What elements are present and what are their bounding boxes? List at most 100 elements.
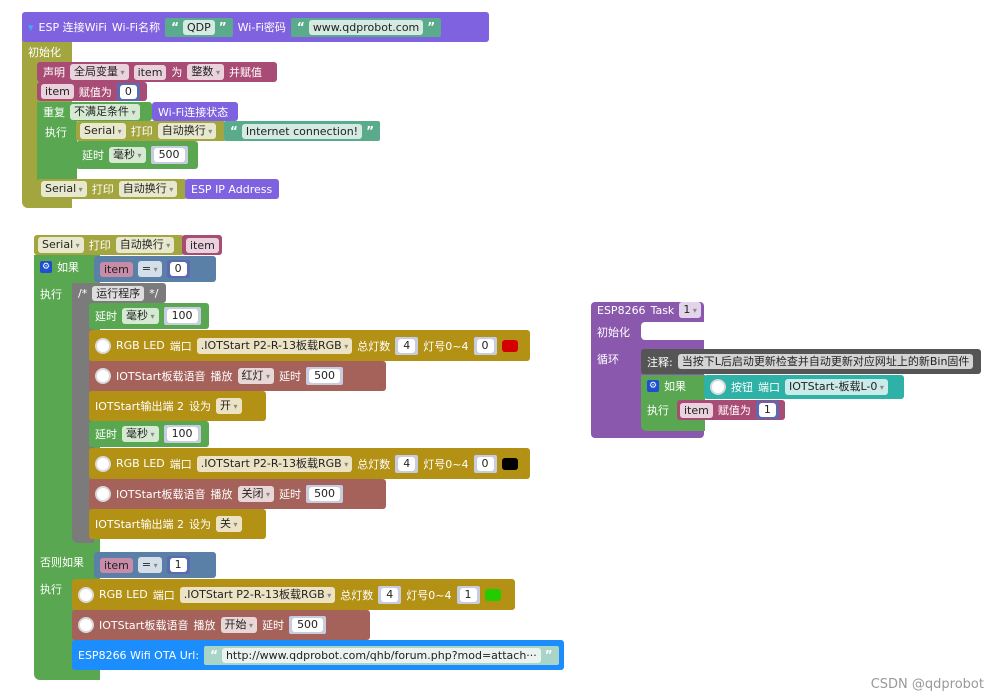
unit-dropdown[interactable]: 毫秒 <box>122 426 159 442</box>
sound-dropdown[interactable]: 开始 <box>220 617 258 633</box>
unit-dropdown[interactable]: 毫秒 <box>122 308 159 324</box>
print-block[interactable]: Serial 打印 自动换行 <box>34 235 184 255</box>
var-name[interactable]: item <box>100 557 133 573</box>
comment-open: /* <box>78 286 88 300</box>
wifi-status-block[interactable]: Wi-Fi连接状态 <box>152 102 238 121</box>
count-value[interactable]: 4 <box>395 454 419 473</box>
newline-dropdown[interactable]: 自动换行 <box>157 123 217 139</box>
delay-block[interactable]: 延时 毫秒 100 <box>89 421 209 447</box>
task-number-dropdown[interactable]: 1 <box>679 302 701 318</box>
declare-block[interactable]: 声明 全局变量 item 为 整数 并赋值 <box>37 62 277 82</box>
output-block[interactable]: IOTStart输出端 2 设为 开 <box>89 391 266 421</box>
var-name[interactable]: item <box>41 84 74 99</box>
index-value[interactable]: 0 <box>473 336 497 355</box>
serial-dropdown[interactable]: Serial <box>41 181 87 197</box>
sound-dropdown[interactable]: 红灯 <box>237 368 275 384</box>
task-if-block[interactable]: ⚙ 如果 <box>641 376 692 396</box>
state-dropdown[interactable]: 开 <box>216 398 242 414</box>
newline-dropdown[interactable]: 自动换行 <box>115 237 175 253</box>
voice-block[interactable]: IOTStart板载语音 播放 开始 延时 500 <box>72 610 370 640</box>
compare-block[interactable]: item = 0 <box>94 256 216 282</box>
number-value[interactable]: 0 <box>116 82 140 101</box>
port-dropdown[interactable]: .IOTStart P2-R-13板载RGB <box>196 337 353 354</box>
assign-block[interactable]: item 赋值为 1 <box>677 400 785 420</box>
rgb-led-block[interactable]: RGB LED 端口 .IOTStart P2-R-13板载RGB 总灯数 4 … <box>72 579 515 610</box>
var-name[interactable]: item <box>100 261 133 277</box>
gear-icon[interactable]: ⚙ <box>647 380 659 392</box>
output-block[interactable]: IOTStart输出端 2 设为 关 <box>89 509 266 539</box>
scope-dropdown[interactable]: 全局变量 <box>70 64 129 80</box>
number-value[interactable]: 500 <box>306 485 344 503</box>
if-kw: 如果 <box>664 380 686 393</box>
ssid-field[interactable]: QDP <box>183 19 215 35</box>
gear-icon[interactable]: ⚙ <box>40 261 52 273</box>
voice-icon <box>95 486 111 502</box>
unit-dropdown[interactable]: 毫秒 <box>109 147 146 163</box>
index-value[interactable]: 1 <box>456 585 480 604</box>
number-value[interactable]: 100 <box>163 425 201 443</box>
pwd-field[interactable]: www.qdprobot.com <box>308 19 424 35</box>
color-swatch[interactable] <box>501 457 518 470</box>
color-swatch[interactable] <box>501 339 518 352</box>
delay-block[interactable]: 延时 毫秒 500 <box>76 141 198 169</box>
index-value[interactable]: 0 <box>473 454 497 473</box>
if-block[interactable]: ⚙ 如果 <box>34 256 94 278</box>
number-value[interactable]: 1 <box>755 401 779 419</box>
ip-string-block[interactable]: ESP IP Address <box>185 179 279 199</box>
print-block[interactable]: Serial 打印 自动换行 <box>76 121 226 141</box>
port-dropdown[interactable]: .IOTStart P2-R-13板载RGB <box>179 586 336 603</box>
op-dropdown[interactable]: = <box>137 557 162 573</box>
var-name[interactable]: item <box>680 402 713 418</box>
rgb-led-block[interactable]: RGB LED 端口 .IOTStart P2-R-13板载RGB 总灯数 4 … <box>89 330 530 361</box>
compare-block[interactable]: item = 1 <box>94 552 216 578</box>
serial-dropdown[interactable]: Serial <box>80 123 126 139</box>
string-field[interactable]: Internet connection! <box>241 123 363 139</box>
assign-block[interactable]: item 赋值为 0 <box>37 82 147 101</box>
internet-string[interactable]: “Internet connection!” <box>224 121 380 141</box>
type-dropdown[interactable]: 整数 <box>187 64 224 80</box>
delay-kw: 延时 <box>95 428 117 441</box>
task-setup-label: 初始化 <box>597 326 630 339</box>
if-kw: 如果 <box>57 261 79 274</box>
op-dropdown[interactable]: = <box>137 261 162 277</box>
rgb-led-block[interactable]: RGB LED 端口 .IOTStart P2-R-13板载RGB 总灯数 4 … <box>89 448 530 479</box>
repeat-mode-dropdown[interactable]: 不满足条件 <box>70 103 140 120</box>
assign-kw: 赋值为 <box>717 404 751 417</box>
ota-block[interactable]: ESP8266 Wifi OTA Url: “http://www.qdprob… <box>72 640 564 670</box>
number-value[interactable]: 1 <box>166 556 190 574</box>
print-block[interactable]: Serial 打印 自动换行 <box>37 179 187 199</box>
count-value[interactable]: 4 <box>395 336 419 355</box>
note-block[interactable]: 注释: 当按下L后启动更新检查并自动更新对应网址上的新Bin固件 <box>641 349 981 374</box>
url-string[interactable]: “http://www.qdprobot.com/qhb/forum.php?m… <box>204 645 559 665</box>
number-value[interactable]: 0 <box>166 260 190 278</box>
count-kw: 总灯数 <box>357 457 391 471</box>
delay-block[interactable]: 延时 毫秒 100 <box>89 303 209 329</box>
voice-block[interactable]: IOTStart板载语音 播放 关闭 延时 500 <box>89 479 386 509</box>
button-block[interactable]: 按钮 端口 IOTStart-板载L-0 <box>704 375 904 399</box>
repeat-block[interactable]: 重复 不满足条件 <box>37 102 152 121</box>
wifi-connect-block[interactable]: ▾ ESP 连接WiFi Wi-Fi名称 “QDP” Wi-Fi密码 “www.… <box>22 12 489 42</box>
ssid-string[interactable]: “QDP” <box>165 17 233 37</box>
count-value[interactable]: 4 <box>378 585 402 604</box>
sound-dropdown[interactable]: 关闭 <box>237 486 275 502</box>
port-dropdown[interactable]: .IOTStart P2-R-13板载RGB <box>196 455 353 472</box>
voice-block[interactable]: IOTStart板载语音 播放 红灯 延时 500 <box>89 361 386 391</box>
var-name[interactable]: item <box>133 64 167 80</box>
serial-dropdown[interactable]: Serial <box>38 237 84 253</box>
number-value[interactable]: 500 <box>150 146 188 164</box>
number-value[interactable]: 500 <box>289 616 327 634</box>
var-block[interactable]: item <box>182 235 222 255</box>
var-name[interactable]: item <box>186 237 219 253</box>
comment-text[interactable]: 运行程序 <box>92 285 145 301</box>
port-kw: 端口 <box>152 588 175 602</box>
port-dropdown[interactable]: IOTStart-板载L-0 <box>785 379 888 395</box>
pwd-string[interactable]: “www.qdprobot.com” <box>290 17 442 37</box>
note-text[interactable]: 当按下L后启动更新检查并自动更新对应网址上的新Bin固件 <box>677 354 974 369</box>
number-value[interactable]: 500 <box>306 367 344 385</box>
number-value[interactable]: 100 <box>163 307 201 325</box>
comment-block[interactable]: /* 运行程序 */ <box>72 283 166 303</box>
newline-dropdown[interactable]: 自动换行 <box>118 181 178 197</box>
url-field[interactable]: http://www.qdprobot.com/qhb/forum.php?mo… <box>221 647 541 663</box>
color-swatch[interactable] <box>484 588 501 601</box>
state-dropdown[interactable]: 关 <box>216 516 242 532</box>
